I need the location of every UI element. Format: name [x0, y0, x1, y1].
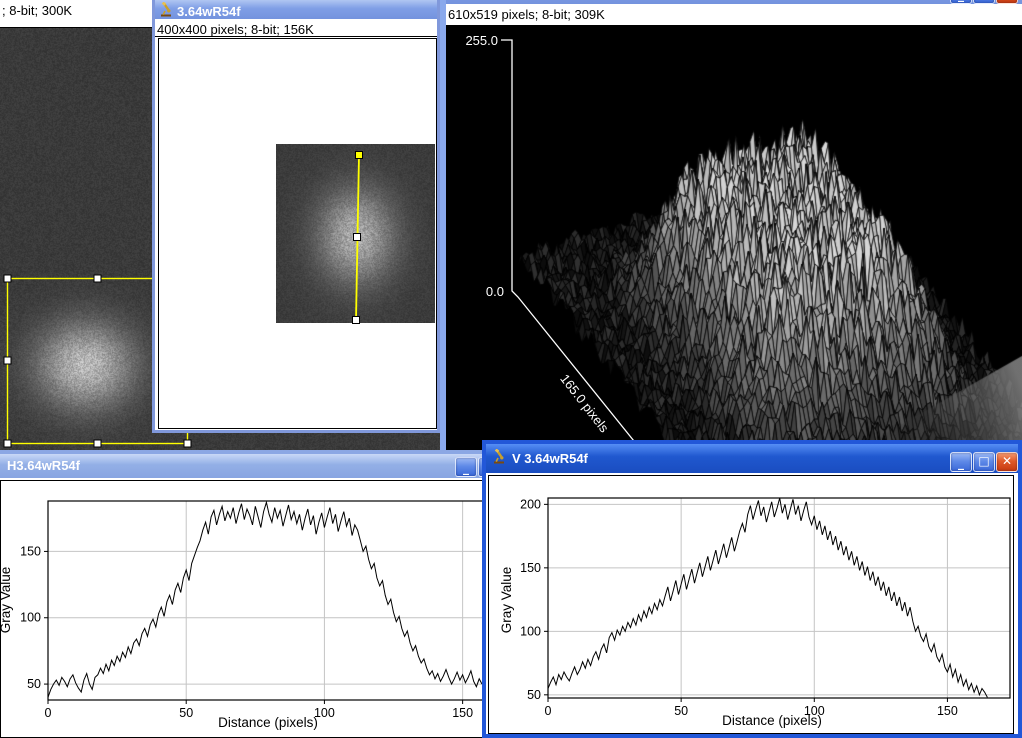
image-canvas-main[interactable]	[276, 144, 435, 323]
window-title: 3.64wR54f	[177, 4, 241, 19]
status-text: ; 8-bit; 300K	[2, 3, 72, 18]
status-bar: 400x400 pixels; 8-bit; 156K	[155, 19, 437, 37]
title-bar[interactable]: H3.64wR54f _ □ ✕	[0, 454, 517, 478]
window-title: H3.64wR54f	[7, 458, 80, 473]
title-bar[interactable]: V 3.64wR54f _ □ ✕	[486, 443, 1018, 473]
title-bar[interactable]: 3.64wR54f	[155, 0, 437, 19]
window-surface-plot: _ □ ✕ 610x519 pixels; 8-bit; 309K 255.0 …	[440, 0, 1022, 456]
window-profile-v: V 3.64wR54f _ □ ✕ 05010015050100150200Gr…	[482, 440, 1022, 738]
maximize-button[interactable]: □	[973, 452, 995, 472]
plot-canvas-frame	[0, 480, 515, 738]
close-button[interactable]: ✕	[996, 452, 1018, 472]
imagej-microscope-icon	[493, 449, 506, 467]
window-image-main: 3.64wR54f 400x400 pixels; 8-bit; 156K	[152, 0, 440, 433]
minimize-button[interactable]: _	[455, 457, 477, 477]
imagej-microscope-icon	[160, 2, 173, 19]
plot-canvas-frame	[488, 475, 1014, 734]
minimize-button[interactable]: _	[950, 452, 972, 472]
window-title: V 3.64wR54f	[512, 451, 588, 466]
imagej-desktop: ; 8-bit; 300K _ □ ✕ 610x519 pixels; 8-	[0, 0, 1022, 738]
surface-plot-canvas[interactable]	[446, 26, 1022, 456]
window-profile-h: H3.64wR54f _ □ ✕ 05010015050100150Gray V…	[0, 450, 521, 738]
status-text: 610x519 pixels; 8-bit; 309K	[448, 7, 605, 22]
status-bar: 610x519 pixels; 8-bit; 309K	[446, 4, 1022, 26]
status-text: 400x400 pixels; 8-bit; 156K	[157, 22, 314, 37]
